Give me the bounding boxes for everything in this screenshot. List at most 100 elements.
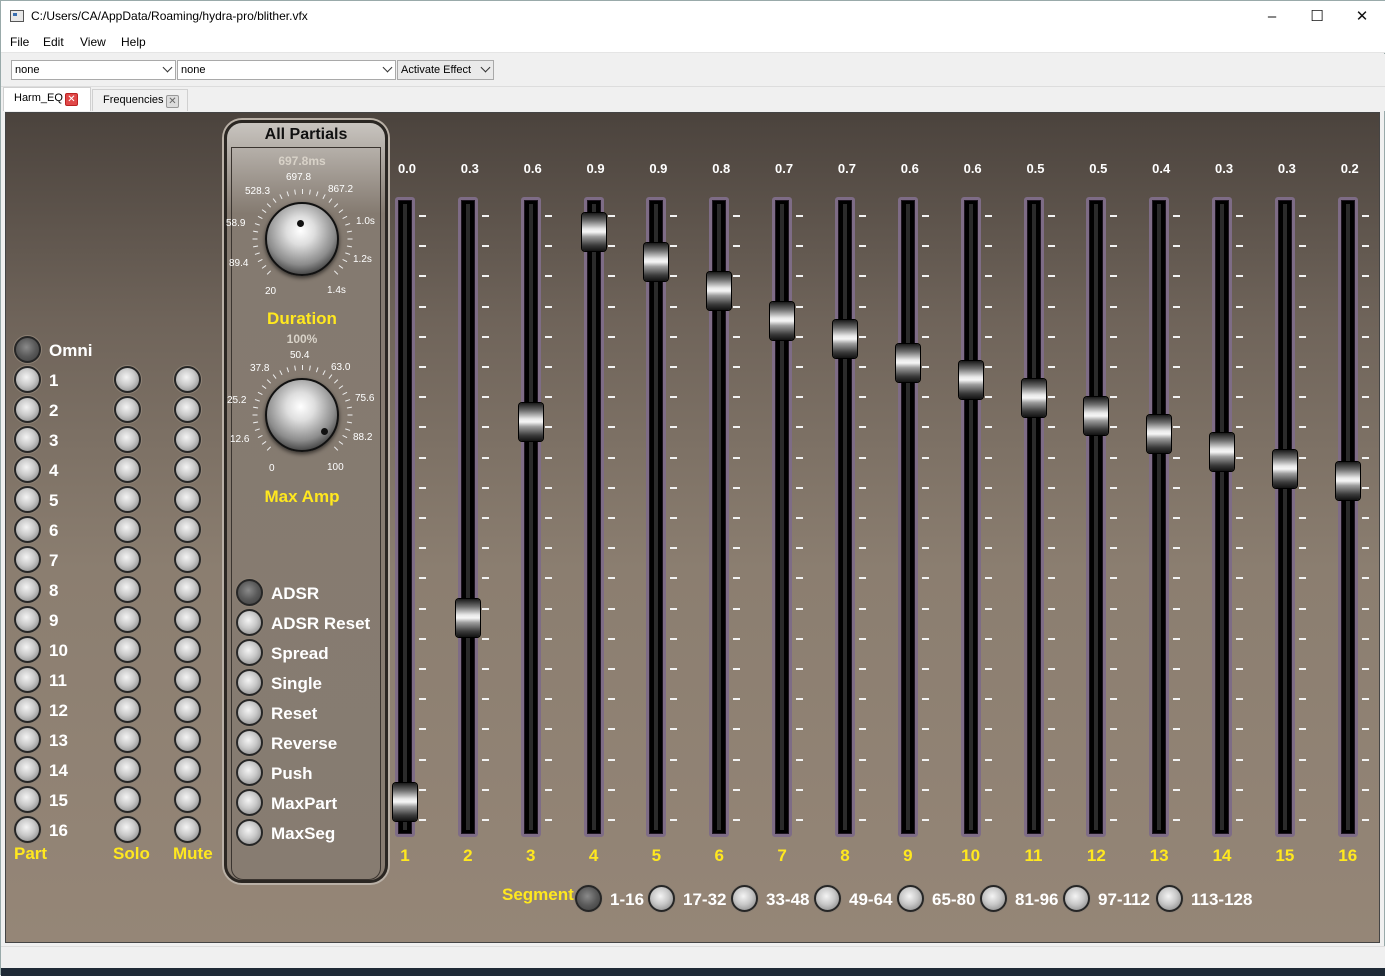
mute-13-toggle[interactable] bbox=[174, 726, 201, 753]
slider-2-track[interactable] bbox=[457, 197, 478, 837]
slider-13-track[interactable] bbox=[1149, 197, 1170, 837]
solo-6-toggle[interactable] bbox=[114, 516, 141, 543]
part-7-toggle[interactable] bbox=[14, 546, 41, 573]
slider-5-track[interactable] bbox=[646, 197, 667, 837]
slider-11-track[interactable] bbox=[1023, 197, 1044, 837]
close-window-button[interactable]: ✕ bbox=[1339, 1, 1385, 32]
option-reverse-toggle[interactable] bbox=[236, 729, 263, 756]
solo-15-toggle[interactable] bbox=[114, 786, 141, 813]
slider-16-thumb[interactable] bbox=[1335, 462, 1360, 501]
close-icon[interactable]: ✕ bbox=[65, 93, 78, 106]
solo-2-toggle[interactable] bbox=[114, 396, 141, 423]
option-push-toggle[interactable] bbox=[236, 759, 263, 786]
solo-16-toggle[interactable] bbox=[114, 816, 141, 843]
maximize-button[interactable]: ☐ bbox=[1294, 1, 1340, 32]
option-spread-toggle[interactable] bbox=[236, 639, 263, 666]
segment-33-48-toggle[interactable] bbox=[731, 885, 758, 912]
slider-4-track[interactable] bbox=[583, 197, 604, 837]
slider-10-thumb[interactable] bbox=[958, 361, 983, 400]
slider-16-track[interactable] bbox=[1337, 197, 1358, 837]
minimize-button[interactable]: – bbox=[1249, 1, 1295, 32]
mute-5-toggle[interactable] bbox=[174, 486, 201, 513]
slider-1-thumb[interactable] bbox=[393, 783, 417, 822]
slider-13-thumb[interactable] bbox=[1147, 414, 1172, 453]
mute-10-toggle[interactable] bbox=[174, 636, 201, 663]
slider-7-track[interactable] bbox=[772, 197, 793, 837]
solo-13-toggle[interactable] bbox=[114, 726, 141, 753]
mute-4-toggle[interactable] bbox=[174, 456, 201, 483]
mute-8-toggle[interactable] bbox=[174, 576, 201, 603]
mute-16-toggle[interactable] bbox=[174, 816, 201, 843]
segment-81-96-toggle[interactable] bbox=[980, 885, 1007, 912]
mute-15-toggle[interactable] bbox=[174, 786, 201, 813]
slider-5-thumb[interactable] bbox=[644, 242, 669, 281]
slider-11-thumb[interactable] bbox=[1021, 379, 1046, 418]
menu-view[interactable]: View bbox=[80, 35, 106, 49]
slider-15-thumb[interactable] bbox=[1272, 450, 1297, 489]
slider-10-track[interactable] bbox=[960, 197, 981, 837]
option-maxseg-toggle[interactable] bbox=[236, 819, 263, 846]
slider-14-thumb[interactable] bbox=[1210, 432, 1235, 471]
part-10-toggle[interactable] bbox=[14, 636, 41, 663]
option-adsr-reset-toggle[interactable] bbox=[236, 609, 263, 636]
solo-11-toggle[interactable] bbox=[114, 666, 141, 693]
solo-9-toggle[interactable] bbox=[114, 606, 141, 633]
option-reset-toggle[interactable] bbox=[236, 699, 263, 726]
solo-10-toggle[interactable] bbox=[114, 636, 141, 663]
segment-113-128-toggle[interactable] bbox=[1156, 885, 1183, 912]
part-3-toggle[interactable] bbox=[14, 426, 41, 453]
slider-6-thumb[interactable] bbox=[707, 272, 732, 311]
segment-97-112-toggle[interactable] bbox=[1063, 885, 1090, 912]
slider-4-thumb[interactable] bbox=[581, 212, 606, 251]
slider-9-track[interactable] bbox=[897, 197, 918, 837]
part-9-toggle[interactable] bbox=[14, 606, 41, 633]
mute-9-toggle[interactable] bbox=[174, 606, 201, 633]
segment-49-64-toggle[interactable] bbox=[814, 885, 841, 912]
combo-select-1[interactable]: none bbox=[11, 60, 176, 80]
solo-4-toggle[interactable] bbox=[114, 456, 141, 483]
slider-1-track[interactable] bbox=[395, 197, 415, 837]
duration-knob[interactable] bbox=[265, 202, 339, 276]
solo-7-toggle[interactable] bbox=[114, 546, 141, 573]
mute-2-toggle[interactable] bbox=[174, 396, 201, 423]
slider-8-track[interactable] bbox=[834, 197, 855, 837]
solo-5-toggle[interactable] bbox=[114, 486, 141, 513]
max-amp-knob[interactable] bbox=[265, 378, 339, 452]
part-14-toggle[interactable] bbox=[14, 756, 41, 783]
solo-8-toggle[interactable] bbox=[114, 576, 141, 603]
mute-1-toggle[interactable] bbox=[174, 366, 201, 393]
activate-effect-select[interactable]: Activate Effect bbox=[397, 60, 494, 80]
option-single-toggle[interactable] bbox=[236, 669, 263, 696]
slider-9-thumb[interactable] bbox=[895, 343, 920, 382]
part-15-toggle[interactable] bbox=[14, 786, 41, 813]
menu-help[interactable]: Help bbox=[121, 35, 146, 49]
omni-toggle[interactable] bbox=[14, 336, 41, 363]
part-16-toggle[interactable] bbox=[14, 816, 41, 843]
part-11-toggle[interactable] bbox=[14, 666, 41, 693]
part-2-toggle[interactable] bbox=[14, 396, 41, 423]
part-4-toggle[interactable] bbox=[14, 456, 41, 483]
slider-3-track[interactable] bbox=[520, 197, 541, 837]
option-maxpart-toggle[interactable] bbox=[236, 789, 263, 816]
segment-65-80-toggle[interactable] bbox=[897, 885, 924, 912]
close-icon[interactable]: ✕ bbox=[166, 95, 179, 108]
mute-14-toggle[interactable] bbox=[174, 756, 201, 783]
solo-1-toggle[interactable] bbox=[114, 366, 141, 393]
slider-7-thumb[interactable] bbox=[770, 301, 795, 340]
solo-12-toggle[interactable] bbox=[114, 696, 141, 723]
segment-1-16-toggle[interactable] bbox=[575, 885, 602, 912]
mute-3-toggle[interactable] bbox=[174, 426, 201, 453]
slider-15-track[interactable] bbox=[1274, 197, 1295, 837]
option-adsr-toggle[interactable] bbox=[236, 579, 263, 606]
segment-17-32-toggle[interactable] bbox=[648, 885, 675, 912]
part-1-toggle[interactable] bbox=[14, 366, 41, 393]
mute-6-toggle[interactable] bbox=[174, 516, 201, 543]
solo-3-toggle[interactable] bbox=[114, 426, 141, 453]
slider-12-track[interactable] bbox=[1086, 197, 1107, 837]
mute-11-toggle[interactable] bbox=[174, 666, 201, 693]
slider-2-thumb[interactable] bbox=[455, 598, 480, 637]
part-8-toggle[interactable] bbox=[14, 576, 41, 603]
mute-12-toggle[interactable] bbox=[174, 696, 201, 723]
slider-14-track[interactable] bbox=[1212, 197, 1233, 837]
part-12-toggle[interactable] bbox=[14, 696, 41, 723]
